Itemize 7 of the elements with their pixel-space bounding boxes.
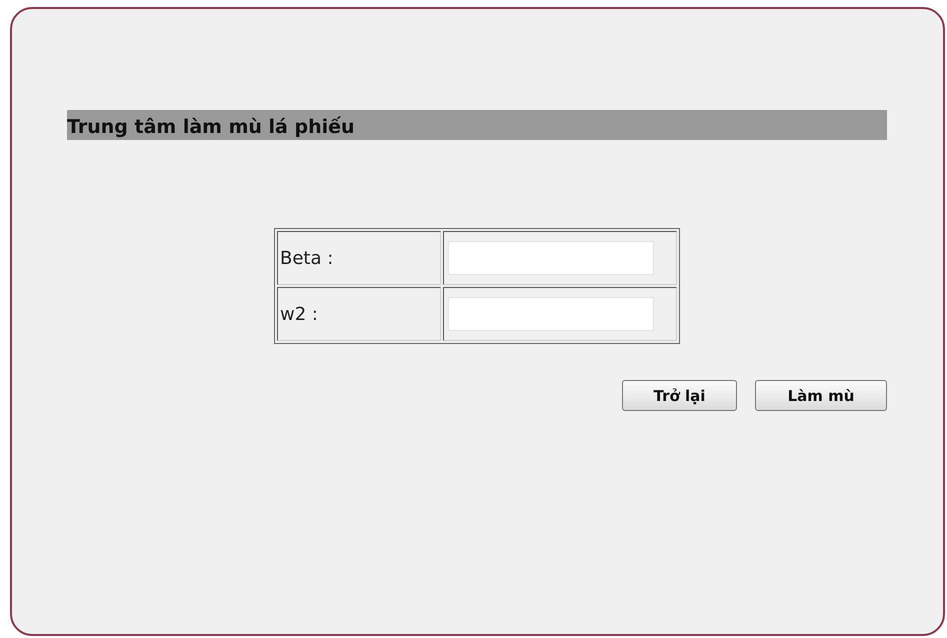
action-button[interactable]: Làm mù (755, 380, 887, 411)
field-label: w2 : (277, 287, 441, 341)
action-button[interactable]: Trở lại (622, 380, 737, 411)
section-title: Trung tâm làm mù lá phiếu (67, 110, 887, 140)
field-label: Beta : (277, 231, 441, 285)
input-field[interactable] (448, 241, 654, 275)
input-field[interactable] (448, 297, 654, 331)
